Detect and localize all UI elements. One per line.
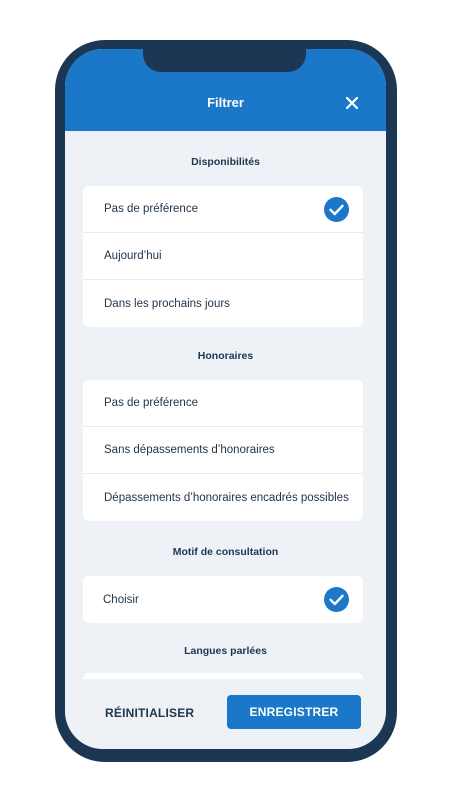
section-title-honoraires: Honoraires (197, 350, 254, 362)
honoraires-card: Pas de préférence Sans dépassements d’ho… (83, 380, 363, 521)
page-title: Filtrer (207, 95, 244, 110)
option-label: Aujourd’hui (104, 250, 162, 262)
option-prochains-jours[interactable]: Dans les prochains jours (83, 280, 363, 327)
section-title-langues: Langues parlées (184, 645, 267, 657)
section-title-motif: Motif de consultation (172, 546, 279, 558)
option-label: Pas de préférence (104, 397, 198, 409)
option-label: Dépassements d’honoraires encadrés possi… (104, 491, 349, 504)
option-label: Sans dépassements d’honoraires (104, 444, 275, 456)
check-circle-icon (324, 587, 349, 612)
save-button[interactable]: ENREGISTRER (227, 695, 361, 729)
close-button[interactable] (342, 93, 362, 113)
option-disponibilites-pas-de-preference[interactable]: Pas de préférence (83, 186, 363, 233)
section-title-disponibilites: Disponibilités (191, 156, 260, 168)
option-label: Choisir (103, 593, 139, 606)
check-circle-icon (324, 197, 349, 222)
save-button-label: ENREGISTRER (249, 705, 339, 719)
filter-screen: Filtrer Disponibilités Pas de préférence… (65, 49, 386, 749)
motif-card: Choisir (83, 576, 363, 623)
reset-button[interactable]: RÉINITIALISER (105, 706, 194, 720)
option-label: Pas de préférence (104, 203, 198, 215)
phone-notch (143, 49, 306, 72)
option-honoraires-pas-de-preference[interactable]: Pas de préférence (83, 380, 363, 427)
option-sans-depassements[interactable]: Sans dépassements d’honoraires (83, 427, 363, 474)
option-aujourdhui[interactable]: Aujourd’hui (83, 233, 363, 280)
close-icon (346, 97, 358, 109)
disponibilites-card: Pas de préférence Aujourd’hui Dans les p… (83, 186, 363, 327)
option-depassements-encadres[interactable]: Dépassements d’honoraires encadrés possi… (83, 474, 363, 521)
option-label: Dans les prochains jours (104, 297, 230, 310)
option-choisir[interactable]: Choisir (83, 576, 363, 623)
